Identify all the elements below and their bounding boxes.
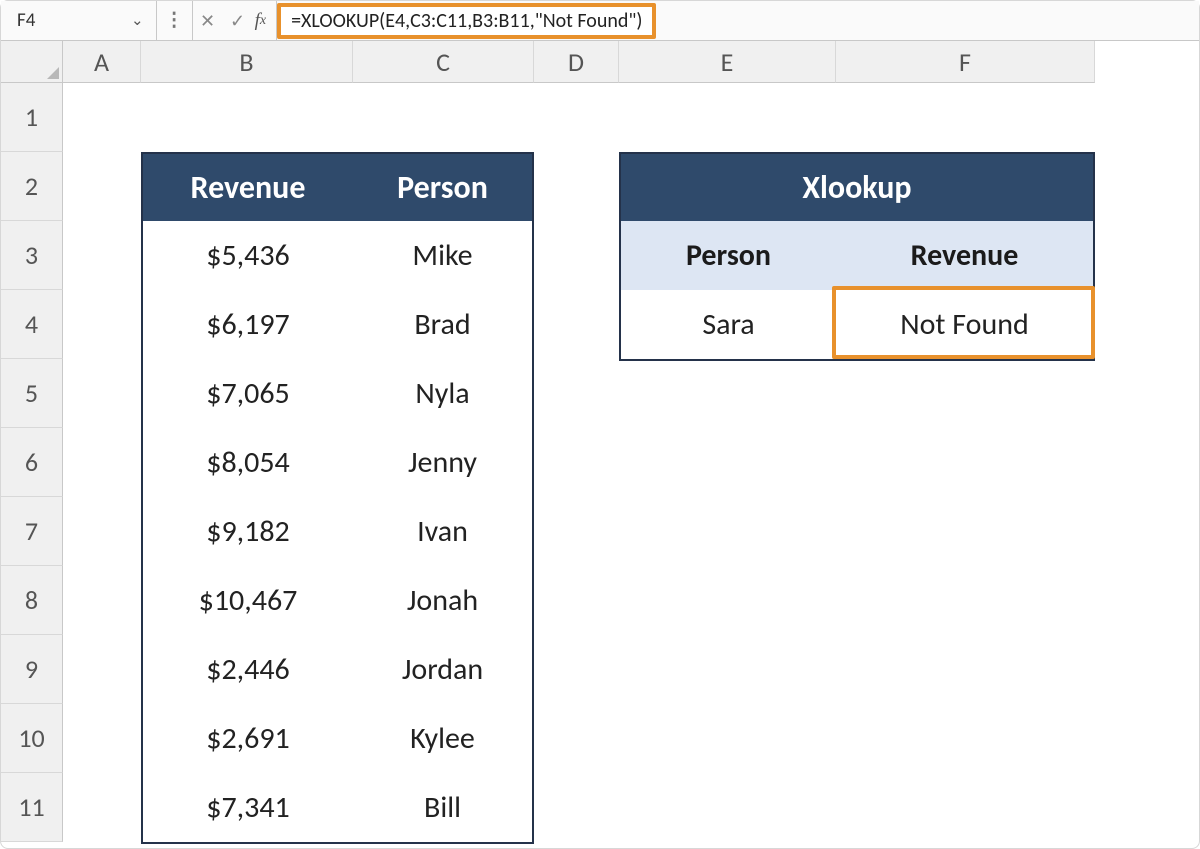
cell[interactable]: $8,054	[143, 428, 353, 497]
cell[interactable]: Nyla	[353, 359, 532, 428]
row-header[interactable]: 11	[1, 773, 63, 842]
insert-function-icon[interactable]: fx	[253, 1, 278, 40]
cancel-icon[interactable]: ✕	[193, 1, 223, 40]
cell[interactable]: $10,467	[143, 566, 353, 635]
row-header[interactable]: 2	[1, 152, 63, 221]
cell[interactable]: $2,446	[143, 635, 353, 704]
lookup-result-revenue[interactable]: Not Found	[836, 290, 1093, 359]
cell[interactable]: Jenny	[353, 428, 532, 497]
cell[interactable]: Kylee	[353, 704, 532, 773]
row-header[interactable]: 3	[1, 221, 63, 290]
confirm-icon[interactable]: ✓	[223, 1, 253, 40]
select-all-corner[interactable]	[1, 41, 63, 83]
cell[interactable]: $2,691	[143, 704, 353, 773]
row-header[interactable]: 10	[1, 704, 63, 773]
formula-bar: ⌄ ⋮ ✕ ✓ fx =XLOOKUP(E4,C3:C11,B3:B11,"No…	[1, 1, 1199, 41]
name-box-container: ⌄	[1, 1, 157, 40]
lookup-table-title[interactable]: Xlookup	[621, 154, 1093, 221]
cell[interactable]: Brad	[353, 290, 532, 359]
name-box-dropdown-icon[interactable]: ⌄	[125, 11, 150, 30]
row-header[interactable]: 4	[1, 290, 63, 359]
table-header-revenue[interactable]: Revenue	[143, 154, 353, 221]
row-header[interactable]: 5	[1, 359, 63, 428]
lookup-header-person[interactable]: Person	[621, 221, 836, 290]
row-header[interactable]: 1	[1, 83, 63, 152]
row-header[interactable]: 6	[1, 428, 63, 497]
lookup-header-revenue[interactable]: Revenue	[836, 221, 1093, 290]
cell[interactable]: Jordan	[353, 635, 532, 704]
row-header[interactable]: 7	[1, 497, 63, 566]
row-header[interactable]: 8	[1, 566, 63, 635]
column-header[interactable]: E	[619, 41, 836, 83]
table-header-person[interactable]: Person	[353, 154, 532, 221]
cell[interactable]: $9,182	[143, 497, 353, 566]
column-header[interactable]: B	[141, 41, 353, 83]
cell[interactable]: $7,341	[143, 773, 353, 842]
cell[interactable]: $5,436	[143, 221, 353, 290]
cell[interactable]: Bill	[353, 773, 532, 842]
formula-input[interactable]: =XLOOKUP(E4,C3:C11,B3:B11,"Not Found")	[277, 3, 656, 39]
cell[interactable]: $7,065	[143, 359, 353, 428]
column-header[interactable]: A	[63, 41, 141, 83]
row-header[interactable]: 9	[1, 635, 63, 704]
row-headers: 1 2 3 4 5 6 7 8 9 10 11	[1, 83, 63, 842]
formula-bar-separator-icon: ⋮	[157, 1, 193, 40]
cell[interactable]: $6,197	[143, 290, 353, 359]
cell[interactable]: Ivan	[353, 497, 532, 566]
lookup-value-person[interactable]: Sara	[621, 290, 836, 359]
name-box[interactable]	[15, 8, 125, 33]
column-headers: A B C D E F	[63, 41, 1095, 83]
column-header[interactable]: C	[353, 41, 534, 83]
cell[interactable]: Mike	[353, 221, 532, 290]
column-header[interactable]: F	[836, 41, 1095, 83]
column-header[interactable]: D	[534, 41, 619, 83]
cell[interactable]: Jonah	[353, 566, 532, 635]
data-table-main: Revenue Person $5,436Mike $6,197Brad $7,…	[141, 152, 534, 844]
lookup-table: Xlookup Person Revenue Sara Not Found	[619, 152, 1095, 361]
